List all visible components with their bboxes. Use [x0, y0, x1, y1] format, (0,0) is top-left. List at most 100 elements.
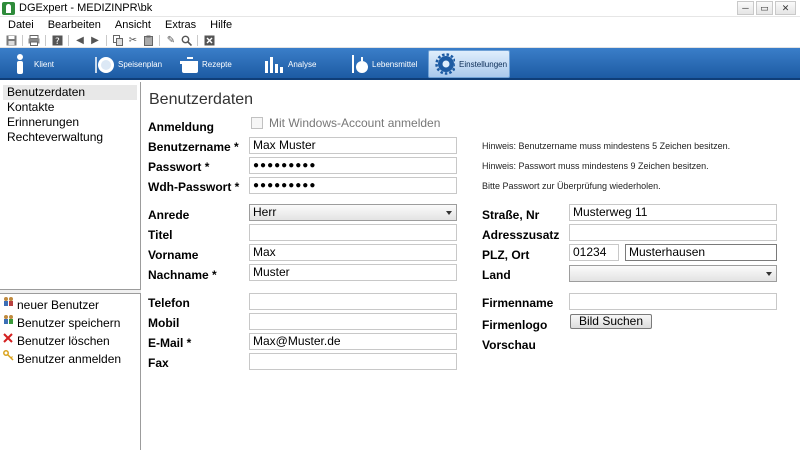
delete-x-icon — [2, 332, 14, 350]
main-content: Benutzerdaten Anmeldung Mit Windows-Acco… — [142, 82, 800, 450]
sidebar-item-benutzerdaten[interactable]: Benutzerdaten — [3, 85, 137, 100]
passwort-input[interactable]: ●●●●●●●●● — [249, 157, 457, 174]
menu-hilfe[interactable]: Hilfe — [210, 17, 232, 33]
menu-bar: Datei Bearbeiten Ansicht Extras Hilfe — [0, 17, 800, 33]
toolbar: ? ◀ ▶ ✂ ✎ — [0, 33, 800, 48]
panel-splitter[interactable] — [0, 289, 141, 294]
benutzername-label: Benutzername * — [148, 140, 239, 154]
tab-analyse[interactable]: Analyse — [258, 50, 340, 78]
save-icon[interactable] — [5, 35, 17, 46]
tab-rezepte[interactable]: Rezepte — [172, 50, 256, 78]
toolbar-separator — [197, 34, 198, 46]
vorschau-label: Vorschau — [482, 338, 536, 352]
titel-input[interactable] — [249, 224, 457, 241]
bild-suchen-button[interactable]: Bild Suchen — [570, 314, 652, 329]
firmenname-label: Firmenname — [482, 296, 554, 310]
left-panel: Benutzerdaten Kontakte Erinnerungen Rech… — [0, 82, 141, 450]
tab-lebensmittel[interactable]: Lebensmittel — [342, 50, 426, 78]
titel-label: Titel — [148, 228, 173, 242]
pot-icon — [178, 53, 198, 75]
tab-einstellungen[interactable]: Einstellungen — [428, 50, 510, 78]
tab-speisenplan[interactable]: Speisenplan — [88, 50, 170, 78]
window-controls: ─ ▭ ✕ — [737, 1, 796, 15]
windows-account-checkbox[interactable] — [251, 117, 263, 129]
email-input[interactable]: Max@Muster.de — [249, 333, 457, 350]
pin-icon[interactable]: ✎ — [165, 35, 177, 46]
vorname-input[interactable]: Max — [249, 244, 457, 261]
toolbar-separator — [106, 34, 107, 46]
maximize-button[interactable]: ▭ — [756, 1, 773, 15]
firmenname-input[interactable] — [569, 293, 777, 310]
new-user-action[interactable]: neuer Benutzer — [2, 296, 138, 314]
menu-ansicht[interactable]: Ansicht — [115, 17, 151, 33]
wdh-passwort-input[interactable]: ●●●●●●●●● — [249, 177, 457, 194]
nachname-label: Nachname * — [148, 268, 217, 282]
sidebar-item-rechteverwaltung[interactable]: Rechteverwaltung — [3, 130, 137, 145]
plz-input[interactable]: 01234 — [569, 244, 619, 261]
nachname-input[interactable]: Muster — [249, 264, 457, 281]
sidebar-item-erinnerungen[interactable]: Erinnerungen — [3, 115, 137, 130]
mobil-input[interactable] — [249, 313, 457, 330]
menu-bearbeiten[interactable]: Bearbeiten — [48, 17, 101, 33]
fax-input[interactable] — [249, 353, 457, 370]
passwort-label: Passwort * — [148, 160, 210, 174]
land-select[interactable] — [569, 265, 777, 282]
gear-icon — [435, 53, 455, 75]
adresszusatz-label: Adresszusatz — [482, 228, 560, 242]
page-title: Benutzerdaten — [149, 91, 254, 108]
ort-input[interactable]: Musterhausen — [625, 244, 777, 261]
save-users-icon — [2, 314, 14, 332]
tab-klient[interactable]: Klient — [4, 50, 86, 78]
magnifier-icon[interactable] — [180, 35, 192, 46]
menu-extras[interactable]: Extras — [165, 17, 196, 33]
strasse-input[interactable]: Musterweg 11 — [569, 204, 777, 221]
anrede-label: Anrede — [148, 208, 190, 222]
windows-account-label: Mit Windows-Account anmelden — [269, 116, 441, 130]
print-icon[interactable] — [28, 34, 40, 46]
forward-arrow-icon[interactable]: ▶ — [89, 35, 101, 46]
benutzername-input[interactable]: Max Muster — [249, 137, 457, 154]
back-arrow-icon[interactable]: ◀ — [74, 35, 86, 46]
delete-user-action[interactable]: Benutzer löschen — [2, 332, 138, 350]
land-label: Land — [482, 268, 511, 282]
sidebar-item-kontakte[interactable]: Kontakte — [3, 100, 137, 115]
telefon-input[interactable] — [249, 293, 457, 310]
paste-icon[interactable] — [142, 35, 154, 46]
cut-icon[interactable]: ✂ — [127, 35, 139, 46]
plz-ort-label: PLZ, Ort — [482, 248, 530, 262]
fax-label: Fax — [148, 356, 169, 370]
email-label: E-Mail * — [148, 336, 192, 350]
toolbar-separator — [45, 34, 46, 46]
users-icon — [2, 296, 14, 314]
save-user-action[interactable]: Benutzer speichern — [2, 314, 138, 332]
anrede-value: Herr — [253, 205, 277, 219]
app-icon — [2, 2, 15, 15]
passwort-hint: Hinweis: Passwort muss mindestens 9 Zeic… — [482, 161, 709, 171]
plate-icon — [94, 53, 114, 75]
wdh-passwort-hint: Bitte Passwort zur Überprüfung wiederhol… — [482, 181, 661, 191]
person-icon — [10, 53, 30, 75]
strasse-label: Straße, Nr — [482, 208, 540, 222]
toolbar-separator — [22, 34, 23, 46]
anrede-select[interactable]: Herr — [249, 204, 457, 221]
title-bar: DGExpert - MEDIZINPR\bk ─ ▭ ✕ — [0, 0, 800, 17]
close-button[interactable]: ✕ — [775, 1, 796, 15]
module-tab-bar: Klient Speisenplan Rezepte Analyse Leben… — [0, 48, 800, 80]
adresszusatz-input[interactable] — [569, 224, 777, 241]
vorname-label: Vorname — [148, 248, 199, 262]
telefon-label: Telefon — [148, 296, 190, 310]
close-x-icon[interactable] — [203, 35, 215, 46]
chevron-down-icon — [446, 211, 452, 215]
login-user-action[interactable]: Benutzer anmelden — [2, 350, 138, 368]
settings-nav-list: Benutzerdaten Kontakte Erinnerungen Rech… — [3, 85, 137, 145]
food-icon — [348, 53, 368, 75]
mobil-label: Mobil — [148, 316, 180, 330]
anmeldung-label: Anmeldung — [148, 120, 214, 134]
copy-icon[interactable] — [112, 34, 124, 46]
toolbar-separator — [68, 34, 69, 46]
help-icon[interactable]: ? — [51, 35, 63, 46]
menu-datei[interactable]: Datei — [8, 17, 34, 33]
benutzername-hint: Hinweis: Benutzername muss mindestens 5 … — [482, 141, 731, 151]
minimize-button[interactable]: ─ — [737, 1, 754, 15]
key-icon — [2, 350, 14, 368]
